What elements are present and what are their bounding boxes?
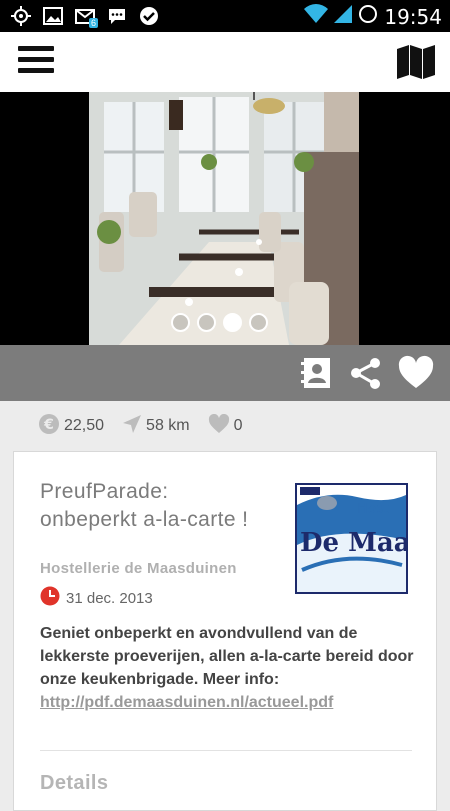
details-heading: Details <box>40 772 109 794</box>
event-card: PreufParade: onbeperkt a-la-carte ! Host… <box>13 451 437 811</box>
divider <box>40 750 412 751</box>
venue-logo: Host De Maa <box>295 483 408 594</box>
status-bar: 6 19:54 <box>0 0 450 32</box>
distance-value: 58 km <box>146 417 190 434</box>
venue-name[interactable]: Hostellerie de Maasduinen <box>40 560 237 577</box>
gallery-pager <box>171 313 268 332</box>
heart-outline-icon <box>208 413 230 439</box>
event-date: 31 dec. 2013 <box>66 589 153 607</box>
likes-item: 0 <box>208 413 243 439</box>
event-title: PreufParade: onbeperkt a-la-carte ! <box>40 480 249 531</box>
check-notification-icon <box>138 6 160 26</box>
notification-badge: 6 <box>88 18 98 28</box>
gallery-dot[interactable] <box>249 313 268 332</box>
mail-notification-icon: 6 <box>74 6 98 28</box>
gps-icon <box>10 6 32 26</box>
wifi-icon <box>304 4 329 29</box>
status-time: 19:54 <box>384 4 442 29</box>
signal-icon <box>334 4 353 29</box>
battery-icon <box>358 4 378 29</box>
event-date-row: 31 dec. 2013 <box>40 586 153 610</box>
svg-text:€: € <box>43 417 54 433</box>
logo-text-main: De Maa <box>300 528 406 558</box>
action-bar <box>0 345 450 401</box>
photo-gallery[interactable] <box>0 92 450 345</box>
gallery-dot[interactable] <box>171 313 190 332</box>
price-item: € 22,50 <box>38 413 104 440</box>
app-bar <box>0 32 450 92</box>
chat-notification-icon <box>106 6 128 26</box>
hamburger-menu-icon[interactable] <box>18 46 54 78</box>
gallery-dot-active[interactable] <box>223 313 242 332</box>
heart-icon[interactable] <box>398 355 434 391</box>
euro-icon: € <box>38 413 60 440</box>
location-arrow-icon <box>122 414 142 439</box>
gallery-dot[interactable] <box>197 313 216 332</box>
description-text: Geniet onbeperkt en avondvullend van de … <box>40 625 414 688</box>
distance-item: 58 km <box>122 414 190 439</box>
restaurant-interior-photo <box>89 92 359 345</box>
contact-book-icon[interactable] <box>298 355 334 391</box>
logo-text-top: Host <box>357 501 389 517</box>
price-value: 22,50 <box>64 417 105 434</box>
share-icon[interactable] <box>348 355 384 391</box>
clock-icon <box>40 586 60 610</box>
info-link[interactable]: http://pdf.demaasduinen.nl/actueel.pdf <box>40 694 333 711</box>
map-icon[interactable] <box>396 44 436 80</box>
gallery-notification-icon <box>42 6 64 26</box>
meta-row: € 22,50 58 km 0 <box>0 401 450 451</box>
likes-value: 0 <box>233 417 243 434</box>
event-description: Geniet onbeperkt en avondvullend van de … <box>40 622 420 714</box>
